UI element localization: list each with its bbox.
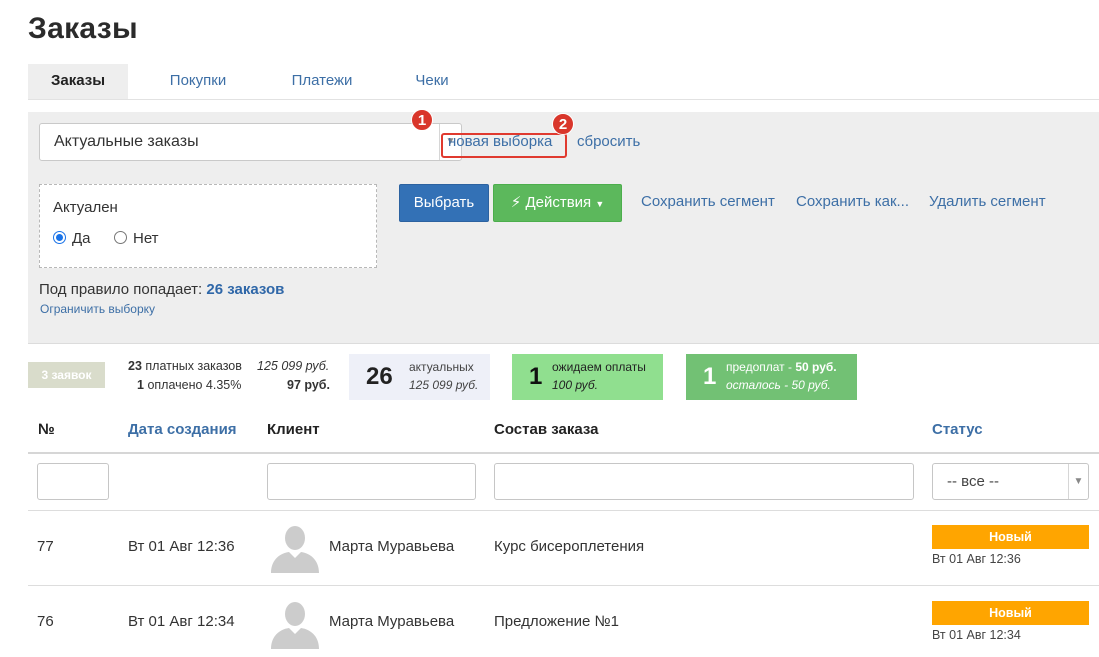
paid-done-count: 1 — [137, 378, 144, 392]
reset-link[interactable]: сбросить — [577, 131, 640, 153]
status-time: Вт 01 Авг 12:36 — [932, 552, 1021, 566]
paid-orders-line: 23 платных заказов — [128, 359, 242, 373]
row-divider — [28, 585, 1099, 586]
prepay-label: предоплат - — [726, 360, 792, 374]
stats-bar: 3 заявок 23 платных заказов 125 099 руб.… — [0, 352, 1099, 402]
paid-done-label: оплачено 4.35% — [147, 378, 242, 392]
condition-label: Актуален — [53, 199, 118, 216]
awaiting-sum: 100 руб. — [552, 378, 598, 392]
paid-sum: 125 099 руб. — [257, 359, 330, 373]
avatar-placeholder-icon — [271, 602, 319, 649]
awaiting-label: ожидаем оплаты — [552, 360, 646, 374]
segment-select[interactable]: Актуальные заказы ▼ — [39, 123, 462, 161]
order-content-link[interactable]: Предложение №1 — [494, 612, 619, 632]
paid-done-line: 1 оплачено 4.35% — [137, 378, 241, 392]
paid-label: платных заказов — [145, 359, 242, 373]
radio-no-label: Нет — [133, 230, 159, 247]
tab-purchases[interactable]: Покупки — [149, 64, 247, 99]
page-title: Заказы — [28, 12, 138, 45]
tab-payments[interactable]: Платежи — [272, 64, 372, 99]
column-header-client: Клиент — [267, 421, 320, 438]
rule-summary: Под правило попадает: 26 заказов — [39, 281, 284, 298]
rule-count: 26 заказов — [206, 281, 285, 298]
order-number-link[interactable]: 76 — [37, 612, 54, 632]
prepayment-box[interactable]: 1 предоплат - 50 руб. осталось - 50 руб. — [686, 354, 857, 400]
header-divider — [28, 452, 1099, 454]
order-number-link[interactable]: 77 — [37, 537, 54, 557]
radio-yes[interactable]: Да — [53, 230, 91, 247]
row-divider — [28, 510, 1099, 511]
filter-panel: Актуальные заказы ▼ новая выборка сброси… — [28, 109, 1099, 344]
select-button[interactable]: Выбрать — [399, 184, 489, 222]
condition-box: Актуален Да Нет — [39, 184, 377, 268]
left-sum: 50 руб. — [791, 378, 831, 392]
filter-status-value: -- все -- — [947, 473, 999, 490]
status-badge: Новый — [932, 601, 1089, 625]
prepay-line: предоплат - 50 руб. — [726, 360, 837, 374]
tab-orders[interactable]: Заказы — [28, 64, 128, 99]
order-date: Вт 01 Авг 12:34 — [128, 613, 235, 630]
column-header-number: № — [38, 421, 55, 438]
actual-count: 26 — [366, 363, 393, 390]
save-segment-link[interactable]: Сохранить сегмент — [641, 192, 775, 212]
awaiting-payment-box[interactable]: 1 ожидаем оплаты 100 руб. — [512, 354, 663, 400]
column-header-content: Состав заказа — [494, 421, 599, 438]
tab-receipts[interactable]: Чеки — [394, 64, 470, 99]
requests-badge[interactable]: 3 заявок — [28, 362, 105, 388]
filter-client-input[interactable] — [267, 463, 476, 500]
save-as-link[interactable]: Сохранить как... — [796, 192, 909, 212]
column-header-date[interactable]: Дата создания — [128, 421, 237, 438]
radio-no[interactable]: Нет — [114, 230, 159, 247]
radio-yes-label: Да — [72, 230, 91, 247]
paid-count: 23 — [128, 359, 142, 373]
tabs-bar: Заказы Покупки Платежи Чеки — [28, 64, 1099, 100]
column-header-status[interactable]: Статус — [932, 421, 983, 438]
annotation-marker-1: 1 — [411, 109, 433, 131]
status-time: Вт 01 Авг 12:34 — [932, 628, 1021, 642]
radio-unchecked-icon[interactable] — [114, 231, 127, 244]
actions-label: Действия — [525, 194, 592, 211]
limit-selection-link[interactable]: Ограничить выборку — [40, 302, 155, 316]
filter-number-input[interactable] — [37, 463, 109, 500]
client-link[interactable]: Марта Муравьева — [329, 537, 454, 557]
filter-content-input[interactable] — [494, 463, 914, 500]
awaiting-count: 1 — [529, 363, 543, 390]
client-link[interactable]: Марта Муравьева — [329, 612, 454, 632]
left-line: осталось - 50 руб. — [726, 378, 831, 392]
actions-button[interactable]: ⚡ Действия ▼ — [493, 184, 622, 222]
new-selection-link[interactable]: новая выборка — [448, 131, 552, 153]
rule-prefix: Под правило попадает: — [39, 281, 203, 298]
order-date: Вт 01 Авг 12:36 — [128, 538, 235, 555]
prepay-count: 1 — [703, 363, 717, 390]
actual-sum: 125 099 руб. — [409, 378, 479, 392]
delete-segment-link[interactable]: Удалить сегмент — [929, 192, 1046, 212]
prepay-sum: 50 руб. — [795, 360, 837, 374]
actual-label: актуальных — [409, 360, 474, 374]
actual-orders-box[interactable]: 26 актуальных 125 099 руб. — [349, 354, 490, 400]
lightning-icon: ⚡ — [510, 194, 522, 211]
paid-done-sum: 97 руб. — [287, 378, 330, 392]
avatar-placeholder-icon — [271, 526, 319, 573]
chevron-down-icon[interactable]: ▼ — [1068, 464, 1088, 499]
radio-checked-icon[interactable] — [53, 231, 66, 244]
order-content-link[interactable]: Курс бисероплетения — [494, 537, 644, 557]
filter-status-select[interactable]: -- все -- ▼ — [932, 463, 1089, 500]
segment-select-value: Актуальные заказы — [54, 133, 199, 150]
annotation-marker-2: 2 — [552, 113, 574, 135]
left-label: осталось - — [726, 378, 789, 392]
status-badge: Новый — [932, 525, 1089, 549]
caret-down-icon: ▼ — [595, 199, 605, 209]
